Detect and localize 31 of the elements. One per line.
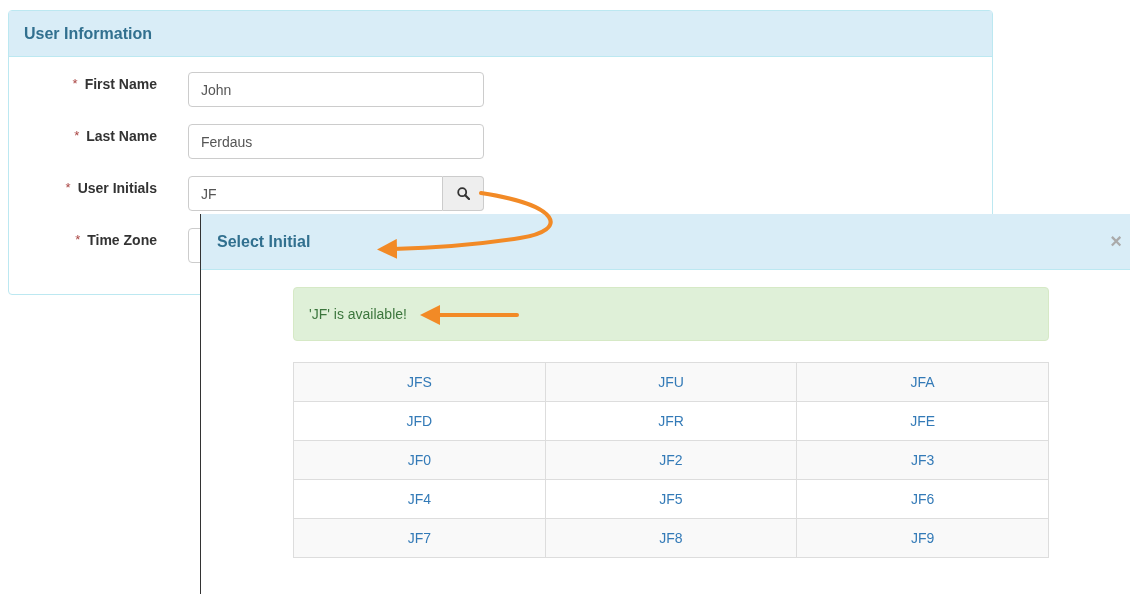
search-icon <box>456 187 470 200</box>
initial-option[interactable]: JFS <box>293 362 546 402</box>
dialog-title: Select Initial <box>217 232 311 251</box>
field-label: First Name <box>84 76 157 92</box>
initial-option[interactable]: JF5 <box>545 479 797 519</box>
initial-option[interactable]: JF9 <box>796 518 1049 558</box>
initial-option[interactable]: JFR <box>545 401 797 441</box>
initial-option[interactable]: JF7 <box>293 518 546 558</box>
initials-field[interactable]: JF <box>188 176 443 211</box>
initial-option[interactable]: JF3 <box>796 440 1049 480</box>
initial-option[interactable]: JFU <box>545 362 797 402</box>
text-field[interactable]: John <box>188 72 484 107</box>
initial-option[interactable]: JFD <box>293 401 546 441</box>
required-asterisk: * <box>65 180 71 195</box>
text-field[interactable]: Ferdaus <box>188 124 484 159</box>
initial-option[interactable]: JF8 <box>545 518 797 558</box>
initial-option[interactable]: JF2 <box>545 440 797 480</box>
initial-option[interactable]: JF0 <box>293 440 546 480</box>
required-asterisk: * <box>72 76 78 91</box>
required-asterisk: * <box>74 128 80 143</box>
initial-option[interactable]: JFA <box>796 362 1049 402</box>
required-asterisk: * <box>75 232 81 247</box>
initial-option[interactable]: JF4 <box>293 479 546 519</box>
field-label: User Initials <box>77 180 157 196</box>
initial-option[interactable]: JF6 <box>796 479 1049 519</box>
initial-option[interactable]: JFE <box>796 401 1049 441</box>
success-alert: 'JF' is available! <box>293 287 1049 341</box>
panel-title: User Information <box>24 24 152 43</box>
field-label: Time Zone <box>87 232 157 248</box>
field-label: Last Name <box>86 128 157 144</box>
search-button[interactable] <box>443 176 484 211</box>
